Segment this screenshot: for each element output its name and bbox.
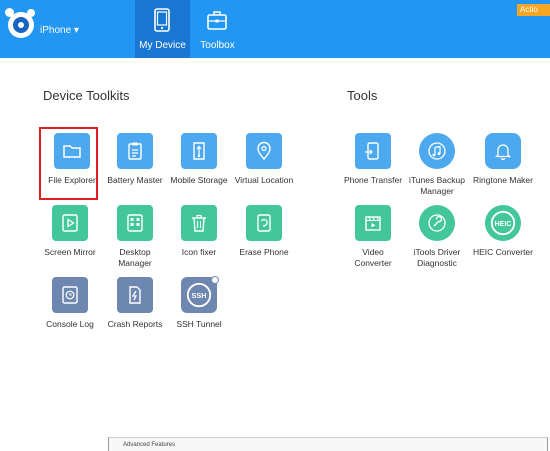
tool-label: Virtual Location (234, 175, 294, 185)
tab-my-device-label: My Device (139, 40, 186, 51)
device-selector[interactable]: iPhone ▾ (40, 25, 79, 36)
ssh-icon: SSH (186, 282, 212, 308)
wrench-icon (428, 214, 446, 232)
music-icon (428, 142, 446, 160)
clock-icon (62, 286, 78, 304)
tab-toolbox-label: Toolbox (200, 40, 235, 51)
tool-label: SSH Tunnel (176, 319, 222, 329)
toolbox-icon (207, 11, 227, 30)
play-icon (62, 214, 78, 232)
tool-label: Ringtone Maker (472, 175, 533, 185)
video-icon (365, 216, 381, 231)
notification-dot (211, 276, 219, 284)
file-explorer-highlight (39, 127, 98, 200)
erase-phone-icon (257, 214, 271, 232)
tool-label: Screen Mirror (44, 247, 96, 257)
phone-transfer-icon (365, 142, 379, 160)
trash-icon (192, 214, 206, 232)
background-window-text: Advanced Features (123, 442, 176, 448)
ssh-icon-text: SSH (192, 291, 207, 300)
usb-icon (193, 142, 205, 160)
device-toolkits-title: Device Toolkits (43, 88, 130, 103)
bell-icon (494, 144, 512, 161)
lightning-icon (129, 286, 141, 304)
clipboard-icon (128, 142, 142, 160)
tools-title: Tools (347, 88, 378, 103)
action-badge[interactable]: Actio (517, 4, 550, 16)
main-tabs: My Device Toolbox (135, 0, 245, 58)
tab-toolbox[interactable]: Toolbox (190, 0, 245, 58)
top-bar: iPhone ▾ My Device Toolbox Actio (0, 0, 550, 58)
grid-icon (127, 214, 143, 232)
phone-icon (154, 8, 170, 32)
app-logo-icon (5, 8, 35, 38)
tool-label: Video Converter (354, 247, 392, 268)
heic-icon: HEIC (490, 210, 516, 236)
tool-label: Erase Phone (239, 247, 289, 257)
background-window-edge: Advanced Features (108, 437, 548, 451)
heic-icon-text: HEIC (495, 221, 512, 228)
tab-my-device[interactable]: My Device (135, 0, 190, 58)
tool-label: HEIC Converter (473, 247, 533, 257)
location-pin-icon (257, 141, 271, 161)
